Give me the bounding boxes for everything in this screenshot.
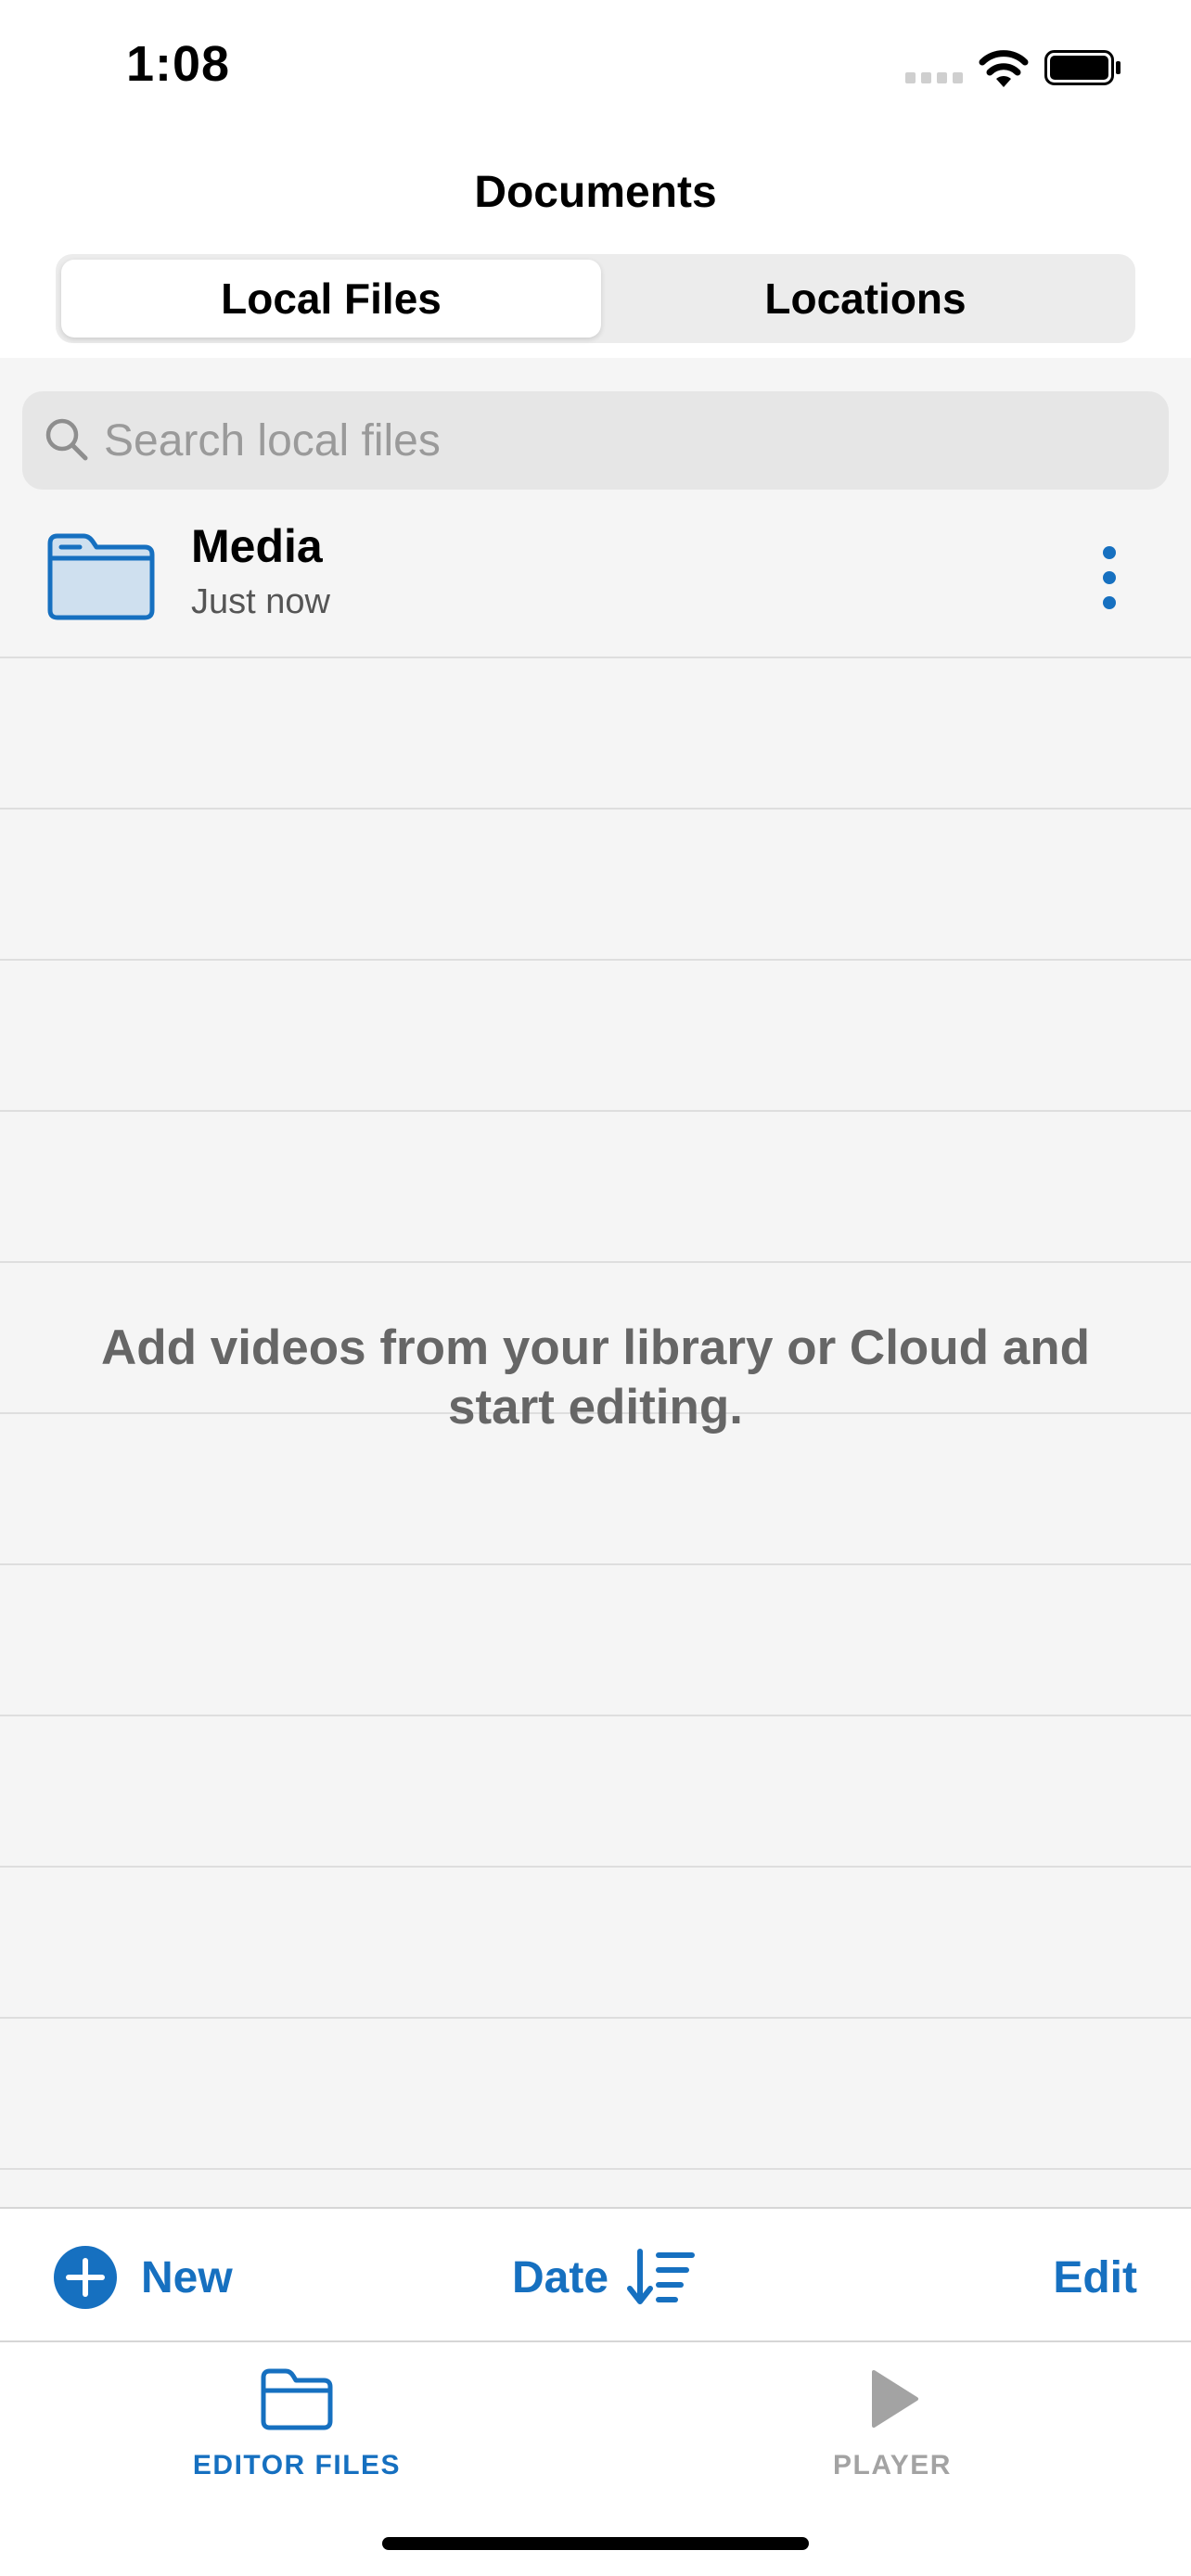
search-input[interactable] — [104, 391, 1143, 490]
navigation-header: Documents Local Files Locations — [0, 130, 1191, 358]
empty-row — [0, 2019, 1191, 2170]
empty-row — [0, 1868, 1191, 2019]
empty-row — [0, 810, 1191, 961]
bottom-toolbar: New Date Edit — [0, 2207, 1191, 2342]
search-icon — [45, 418, 88, 461]
tab-label: EDITOR FILES — [192, 2450, 402, 2480]
tab-editor-files[interactable]: EDITOR FILES — [111, 2366, 482, 2496]
tab-player[interactable]: PLAYER — [707, 2366, 1078, 2496]
empty-row — [0, 1716, 1191, 1868]
wifi-icon — [979, 50, 1029, 87]
status-bar: 1:08 — [0, 0, 1191, 130]
sort-descending-icon — [627, 2249, 696, 2304]
segmented-control: Local Files Locations — [56, 254, 1135, 343]
empty-row — [0, 1565, 1191, 1716]
new-button[interactable]: New — [52, 2242, 233, 2313]
page-title: Documents — [474, 168, 717, 217]
sort-button-label: Date — [512, 2252, 609, 2302]
battery-icon — [1044, 50, 1121, 85]
empty-row — [0, 658, 1191, 810]
folder-name: Media — [191, 520, 323, 572]
cellular-signal-icon — [905, 72, 963, 83]
empty-state-message: Add videos from your library or Cloud an… — [100, 1320, 1090, 1435]
sort-button[interactable]: Date — [512, 2242, 696, 2313]
file-list-area: Media Just now Add videos from your libr… — [0, 358, 1191, 2207]
list-item[interactable]: Media Just now — [0, 508, 1191, 658]
home-indicator — [382, 2537, 809, 2550]
more-options-icon[interactable] — [1083, 542, 1135, 614]
play-icon — [872, 2370, 918, 2428]
tab-label: PLAYER — [833, 2450, 952, 2480]
folder-modified-date: Just now — [191, 582, 330, 621]
empty-row — [0, 961, 1191, 1112]
empty-row — [0, 1112, 1191, 1263]
folder-icon — [261, 2368, 333, 2430]
segment-local-files[interactable]: Local Files — [61, 260, 601, 338]
search-bar[interactable] — [22, 391, 1169, 490]
folder-icon — [47, 533, 155, 620]
status-time: 1:08 — [126, 36, 231, 92]
segment-locations[interactable]: Locations — [596, 260, 1135, 338]
edit-button[interactable]: Edit — [1053, 2242, 1137, 2313]
new-button-label: New — [141, 2252, 233, 2302]
plus-circle-icon — [54, 2246, 117, 2309]
